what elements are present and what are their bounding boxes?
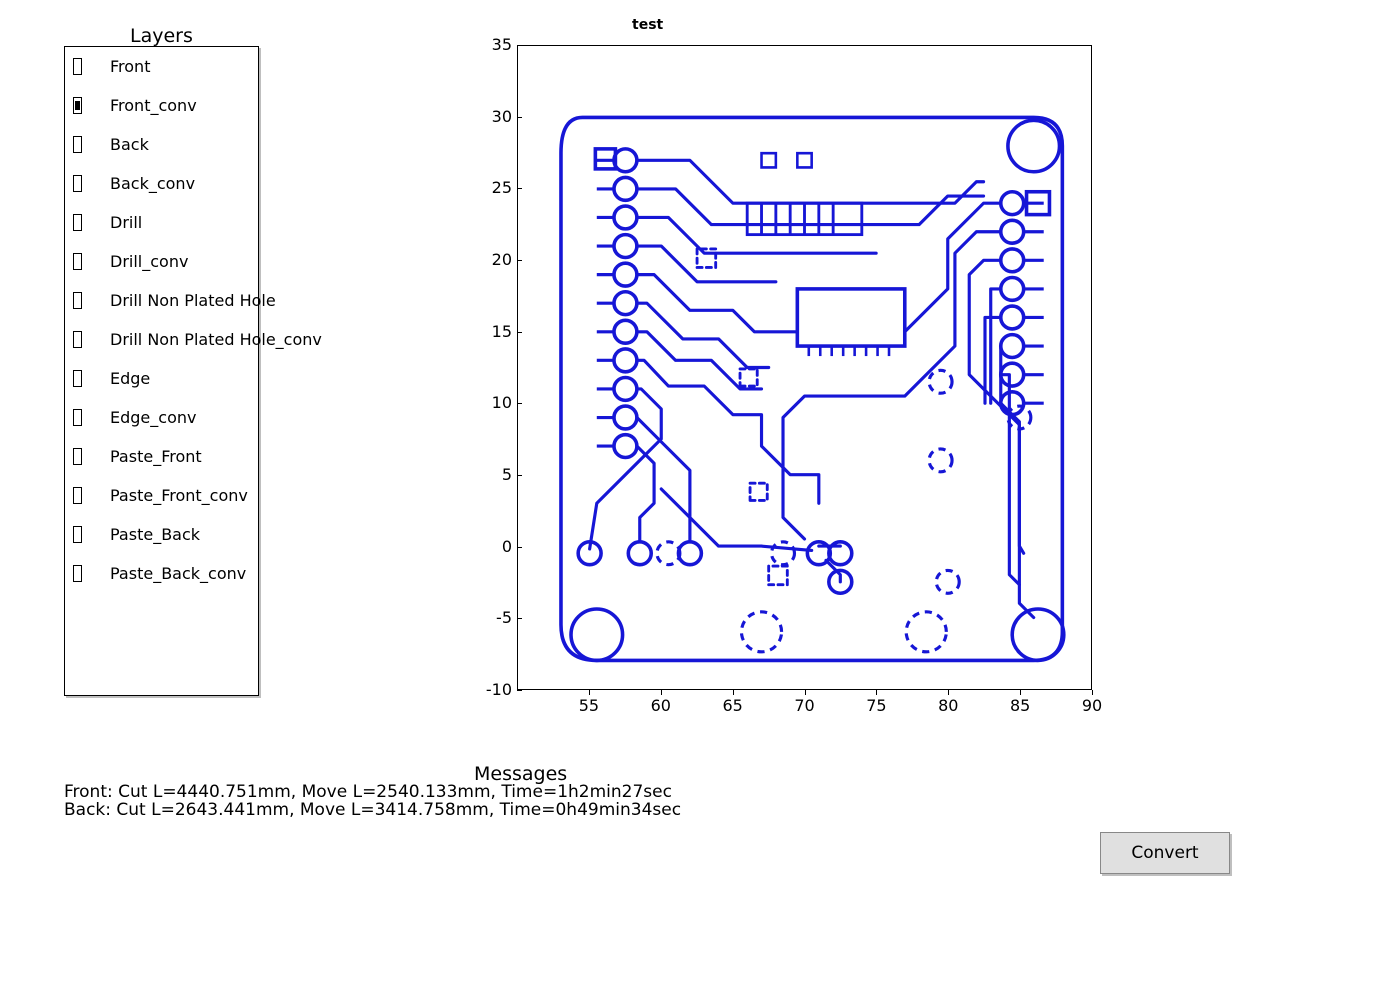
y-tick-label: 25: [477, 178, 512, 197]
x-tick-label: 75: [861, 696, 891, 715]
layer-row-4[interactable]: Drill: [65, 203, 258, 242]
convert-button[interactable]: Convert: [1100, 832, 1230, 874]
layer-label-11: Paste_Front_conv: [110, 486, 248, 505]
layer-label-7: Drill Non Plated Hole_conv: [110, 330, 322, 349]
layer-checkbox-6[interactable]: [73, 292, 82, 309]
layer-checkbox-10[interactable]: [73, 448, 82, 465]
y-tick-label: -10: [477, 680, 512, 699]
message-line-0: Front: Cut L=4440.751mm, Move L=2540.133…: [64, 782, 672, 802]
plot-area: [517, 45, 1092, 690]
y-tick-label: -5: [477, 608, 512, 627]
pcb-svg: [518, 46, 1091, 689]
layer-checkbox-1[interactable]: [73, 97, 82, 114]
layer-row-9[interactable]: Edge_conv: [65, 398, 258, 437]
x-tick-label: 70: [790, 696, 820, 715]
layer-label-4: Drill: [110, 213, 142, 232]
y-tick-label: 15: [477, 322, 512, 341]
layer-row-12[interactable]: Paste_Back: [65, 515, 258, 554]
layer-label-10: Paste_Front: [110, 447, 202, 466]
layer-row-6[interactable]: Drill Non Plated Hole: [65, 281, 258, 320]
x-tick-label: 65: [718, 696, 748, 715]
layer-row-0[interactable]: Front: [65, 47, 258, 86]
layer-checkbox-2[interactable]: [73, 136, 82, 153]
layer-label-13: Paste_Back_conv: [110, 564, 246, 583]
x-tick-label: 85: [1005, 696, 1035, 715]
layer-checkbox-4[interactable]: [73, 214, 82, 231]
layer-row-10[interactable]: Paste_Front: [65, 437, 258, 476]
layer-label-8: Edge: [110, 369, 150, 388]
layer-row-13[interactable]: Paste_Back_conv: [65, 554, 258, 593]
layer-label-2: Back: [110, 135, 149, 154]
layer-checkbox-13[interactable]: [73, 565, 82, 582]
layer-label-3: Back_conv: [110, 174, 195, 193]
x-tick-label: 55: [574, 696, 604, 715]
layer-checkbox-3[interactable]: [73, 175, 82, 192]
layer-label-9: Edge_conv: [110, 408, 196, 427]
layer-label-6: Drill Non Plated Hole: [110, 291, 276, 310]
layer-row-7[interactable]: Drill Non Plated Hole_conv: [65, 320, 258, 359]
layer-label-0: Front: [110, 57, 150, 76]
layer-checkbox-11[interactable]: [73, 487, 82, 504]
message-line-1: Back: Cut L=2643.441mm, Move L=3414.758m…: [64, 800, 681, 820]
layer-checkbox-12[interactable]: [73, 526, 82, 543]
layer-row-1[interactable]: Front_conv: [65, 86, 258, 125]
plot-title: test: [632, 17, 663, 33]
y-tick-label: 0: [477, 537, 512, 556]
x-tick-label: 60: [646, 696, 676, 715]
layers-panel: Front Front_conv Back Back_conv Drill Drill_c…: [64, 46, 259, 696]
layer-label-5: Drill_conv: [110, 252, 188, 271]
y-tick-label: 30: [477, 107, 512, 126]
layer-checkbox-5[interactable]: [73, 253, 82, 270]
layer-checkbox-9[interactable]: [73, 409, 82, 426]
y-tick-label: 10: [477, 393, 512, 412]
layers-title: Layers: [130, 25, 190, 47]
y-tick-label: 35: [477, 35, 512, 54]
x-tick-label: 80: [933, 696, 963, 715]
layer-label-12: Paste_Back: [110, 525, 200, 544]
layer-label-1: Front_conv: [110, 96, 197, 115]
y-tick-label: 20: [477, 250, 512, 269]
x-tick-label: 90: [1077, 696, 1107, 715]
layer-row-5[interactable]: Drill_conv: [65, 242, 258, 281]
layer-checkbox-8[interactable]: [73, 370, 82, 387]
layer-row-3[interactable]: Back_conv: [65, 164, 258, 203]
layer-checkbox-7[interactable]: [73, 331, 82, 348]
layer-row-11[interactable]: Paste_Front_conv: [65, 476, 258, 515]
layer-row-2[interactable]: Back: [65, 125, 258, 164]
layer-checkbox-0[interactable]: [73, 58, 82, 75]
y-tick-label: 5: [477, 465, 512, 484]
layer-row-8[interactable]: Edge: [65, 359, 258, 398]
